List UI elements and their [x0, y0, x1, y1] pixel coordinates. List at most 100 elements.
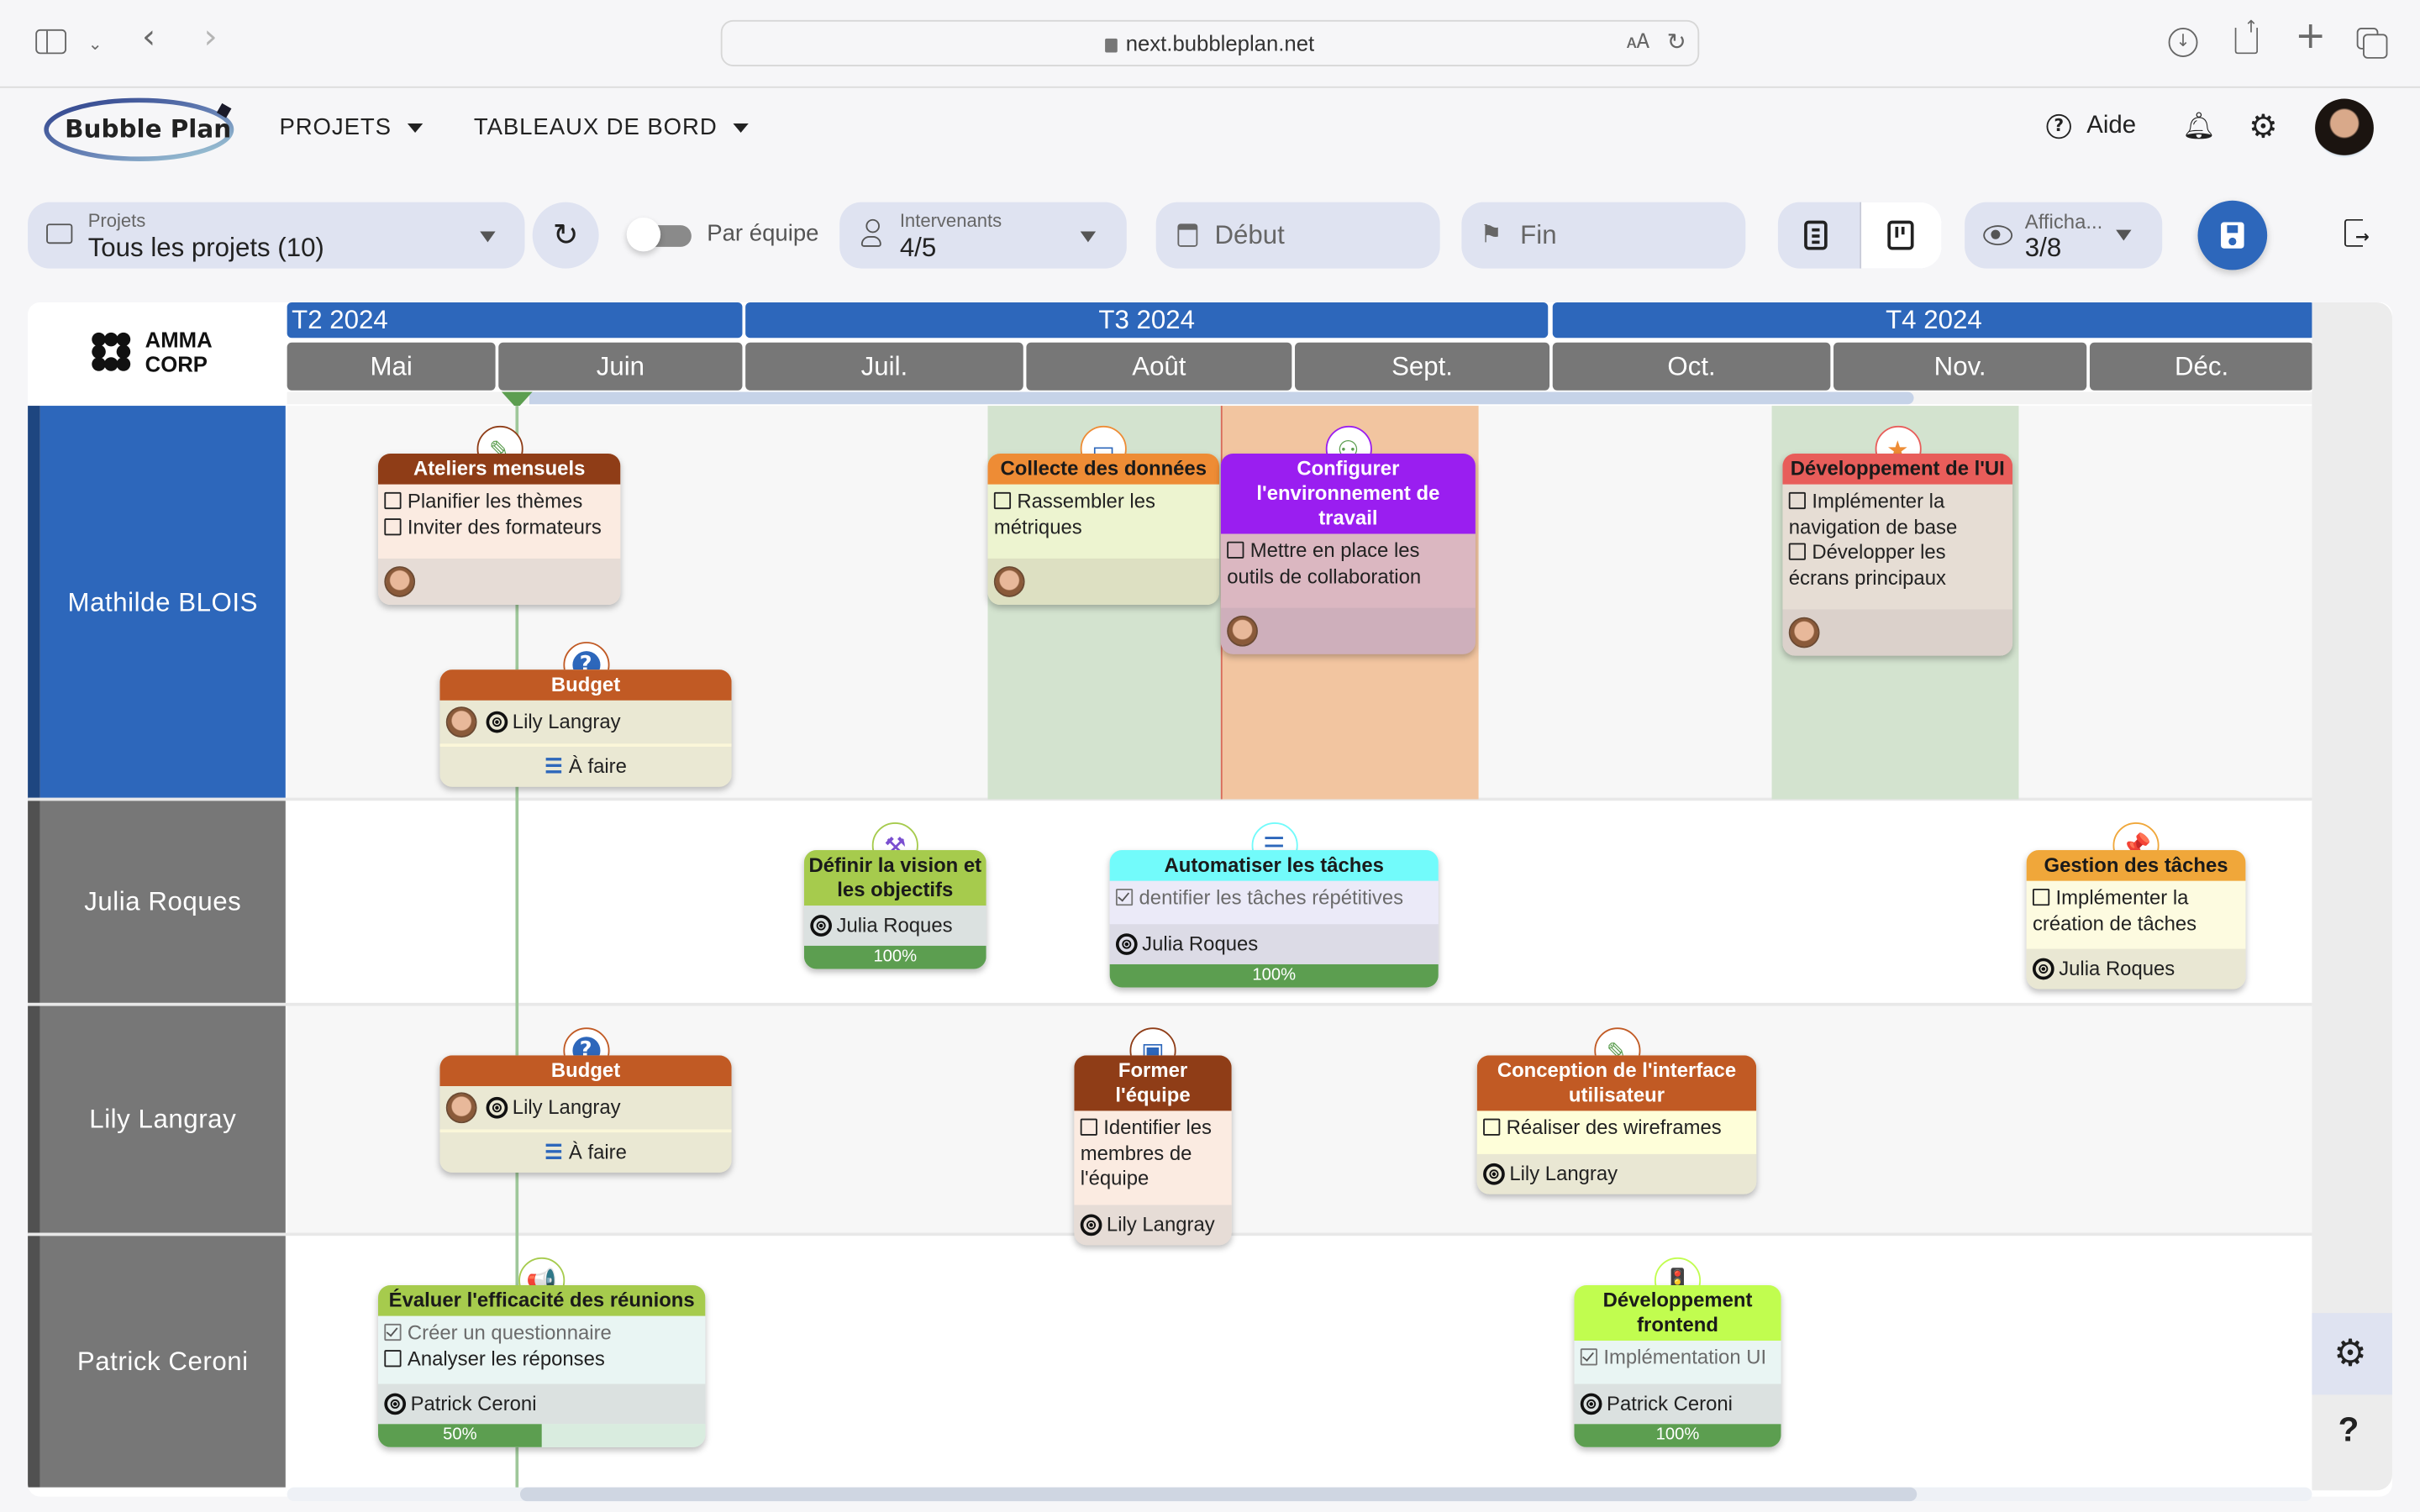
assignee-avatar[interactable]: [1227, 615, 1258, 647]
stakeholders-select[interactable]: Intervenants 4/5: [839, 202, 1127, 269]
checkbox-icon[interactable]: [384, 1349, 402, 1367]
browser-toolbar: ⌄ ‹ › next.bubbleplan.net 🗚 ↻ ↓ ↑ +: [0, 0, 2420, 88]
nav-tableaux-de-bord[interactable]: TABLEAUX DE BORD: [474, 114, 749, 140]
export-icon[interactable]: →: [2344, 218, 2370, 247]
user-avatar[interactable]: [2315, 98, 2374, 158]
projects-select[interactable]: Projets Tous les projets (10): [28, 202, 525, 269]
checklist-item: Implémentation UI: [1580, 1346, 1775, 1371]
help-button[interactable]: ? Aide: [2046, 113, 2136, 140]
task-footer: Julia Roques: [1109, 923, 1439, 964]
task-footer: [1220, 607, 1476, 654]
address-bar[interactable]: next.bubbleplan.net 🗚 ↻: [720, 19, 1700, 66]
app-logo[interactable]: Bubble Plan: [43, 96, 240, 164]
task-progress-bar: 50%: [377, 1424, 706, 1447]
end-date-placeholder: Fin: [1520, 220, 1557, 250]
checklist-item: Implémenter la création de tâches: [2032, 885, 2239, 937]
download-icon[interactable]: ↓: [2168, 28, 2198, 57]
task-card[interactable]: Gestion des tâches Implémenter la créatio…: [2026, 850, 2246, 990]
caret-down-icon: [2116, 229, 2132, 241]
task-footer: [987, 558, 1220, 605]
checklist-item: Créer un questionnaire: [384, 1320, 699, 1346]
task-card[interactable]: Budget Lily Langray ☰ À faire: [439, 669, 732, 787]
task-status-label: À faire: [568, 1140, 627, 1163]
tabs-overview-icon[interactable]: [2356, 28, 2388, 59]
checkbox-icon[interactable]: [2032, 888, 2050, 906]
checkbox-icon[interactable]: [993, 491, 1012, 510]
task-card[interactable]: Ateliers mensuels Planifier les thèmes Inv…: [377, 453, 621, 605]
checkbox-icon[interactable]: [1788, 491, 1806, 510]
checkbox-icon[interactable]: [384, 491, 402, 510]
checkbox-icon[interactable]: [1227, 541, 1244, 559]
task-card[interactable]: Automatiser les tâches dentifier les tâch…: [1109, 850, 1439, 987]
view-switcher: [1777, 202, 1942, 269]
reload-icon[interactable]: ↻: [1667, 28, 1686, 55]
task-card[interactable]: Définir la vision et les objectifs Julia …: [803, 850, 986, 969]
refresh-button[interactable]: ↻: [532, 202, 599, 269]
task-card[interactable]: Former l'équipe Identifier les membres de…: [1074, 1055, 1232, 1245]
new-tab-icon[interactable]: +: [2295, 17, 2326, 54]
task-footer: Julia Roques: [2026, 948, 2246, 990]
chevron-down-icon[interactable]: ⌄: [88, 31, 103, 59]
horizontal-scrollbar[interactable]: [287, 1487, 2312, 1502]
quarter-label: T4 2024: [1886, 305, 1982, 335]
task-card[interactable]: Collecte des données Rassembler les métri…: [987, 453, 1220, 605]
task-title: Développement frontend: [1574, 1284, 1781, 1341]
end-date-input[interactable]: ⚑ Fin: [1461, 202, 1746, 269]
checklist-item-text: dentifier les tâches répétitives: [1139, 885, 1404, 909]
task-owner: Lily Langray: [1106, 1211, 1215, 1236]
quarter-header: T2 2024: [287, 302, 743, 339]
assignee-avatar[interactable]: [384, 566, 416, 597]
back-icon[interactable]: ‹: [142, 21, 155, 55]
lane-label-julia-roques[interactable]: Julia Roques: [39, 801, 286, 1003]
checkbox-checked-icon[interactable]: [1580, 1348, 1598, 1366]
checkbox-checked-icon[interactable]: [384, 1323, 402, 1341]
help-question-icon[interactable]: ?: [2338, 1410, 2360, 1451]
gantt-settings-button[interactable]: ⚙: [2312, 1313, 2392, 1395]
assignee-avatar[interactable]: [1788, 617, 1820, 648]
checkbox-icon[interactable]: [384, 517, 402, 535]
team-toggle[interactable]: [626, 217, 692, 252]
task-footer: [377, 558, 621, 605]
list-view-button[interactable]: [1778, 202, 1862, 269]
checklist-item-text: Développer les écrans principaux: [1788, 539, 1946, 589]
checkbox-icon[interactable]: [1788, 543, 1806, 560]
forward-icon[interactable]: ›: [203, 21, 217, 55]
nav-projets[interactable]: PROJETS: [279, 113, 423, 141]
month-header: Oct.: [1552, 342, 1831, 391]
assignee-avatar[interactable]: [445, 706, 477, 738]
assignee-avatar[interactable]: [445, 1092, 477, 1124]
team-toggle-label: Par équipe: [707, 220, 819, 247]
task-card[interactable]: Développement de l'UI Implémenter la navi…: [1782, 453, 2013, 656]
sidebar-toggle-icon[interactable]: [35, 29, 66, 55]
gear-icon: ⚙: [2333, 1331, 2367, 1375]
lane-label-mathilde-blois[interactable]: Mathilde BLOIS: [39, 406, 286, 800]
share-icon[interactable]: ↑: [2234, 18, 2259, 55]
save-button[interactable]: [2197, 200, 2268, 270]
translate-icon[interactable]: 🗚: [1627, 31, 1649, 55]
task-card[interactable]: Configurer l'environnement de travail Met…: [1220, 453, 1476, 654]
board-view-button[interactable]: [1861, 202, 1942, 269]
start-date-input[interactable]: Début: [1155, 202, 1440, 269]
task-card[interactable]: Conception de l'interface utilisateur Réa…: [1476, 1055, 1757, 1194]
lane-label-patrick-ceroni[interactable]: Patrick Ceroni: [39, 1236, 286, 1488]
task-card[interactable]: Développement frontend Implémentation UI P…: [1574, 1284, 1781, 1446]
task-card[interactable]: Évaluer l'efficacité des réunions Créer u…: [377, 1284, 706, 1447]
lane-label-lily-langray[interactable]: Lily Langray: [39, 1005, 286, 1235]
lane-divider: [28, 1002, 2312, 1006]
checkbox-icon[interactable]: [1483, 1118, 1501, 1136]
checkbox-icon[interactable]: [1080, 1118, 1097, 1136]
task-footer: Patrick Ceroni: [377, 1383, 706, 1425]
settings-gear-icon[interactable]: ⚙: [2249, 108, 2278, 145]
month-header: Nov.: [1833, 342, 2087, 391]
bell-icon[interactable]: 🔔︎: [2182, 111, 2216, 142]
display-options-select[interactable]: Afficha... 3/8: [1965, 202, 2163, 269]
checkbox-checked-icon[interactable]: [1115, 888, 1134, 906]
task-card[interactable]: Budget Lily Langray ☰ À faire: [439, 1055, 732, 1173]
scrollbar-thumb[interactable]: [519, 1487, 1918, 1502]
assignee-avatar[interactable]: [993, 566, 1025, 597]
task-owner: Patrick Ceroni: [410, 1391, 537, 1415]
task-title: Évaluer l'efficacité des réunions: [377, 1284, 706, 1316]
nav-projets-label: PROJETS: [279, 113, 392, 141]
target-icon: [1580, 1392, 1602, 1415]
task-footer: [1782, 609, 2013, 656]
